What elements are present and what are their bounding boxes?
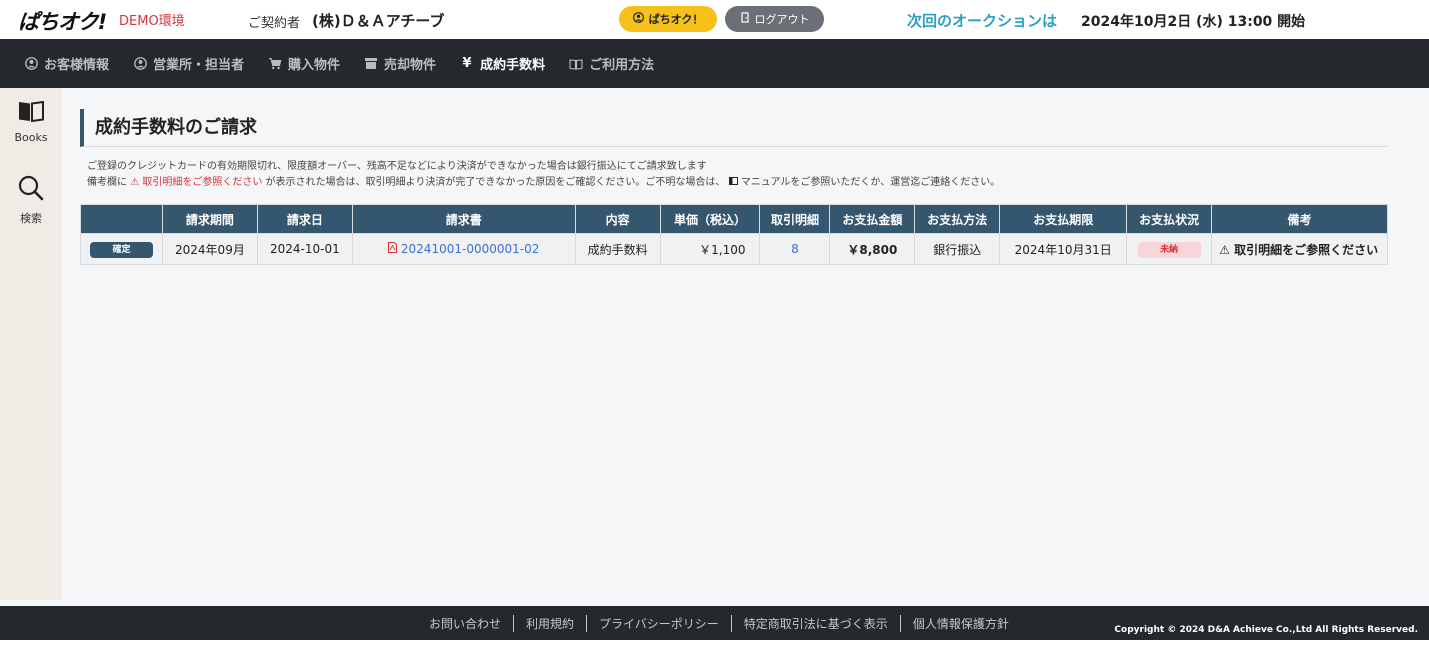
nav-item-sold[interactable]: 売却物件 [364, 54, 436, 73]
pachi-button[interactable]: ぱちオク！ [619, 6, 717, 32]
logout-button[interactable]: ログアウト [725, 6, 824, 32]
nav-item-purchased[interactable]: 購入物件 [268, 54, 340, 73]
cell-content: 成約手数料 [574, 233, 661, 265]
sidebar-item-books[interactable]: Books [0, 99, 62, 144]
manual-book-icon [728, 177, 741, 188]
nav-item-label: ご利用方法 [589, 58, 655, 73]
search-icon [17, 174, 45, 206]
main-nav: お客様情報 営業所・担当者 購入物件 売却物件 ¥ 成約手数料 ご利用方法 [0, 39, 1429, 88]
nav-item-label: 営業所・担当者 [153, 58, 245, 73]
site-logo[interactable]: ぱちオク! [18, 6, 107, 36]
user-circle-icon [24, 57, 38, 71]
header-payment-status: お支払状況 [1126, 204, 1213, 234]
billing-table: 請求期間 請求日 請求書 内容 単価（税込） 取引明細 お支払金額 お支払方法 … [80, 204, 1388, 265]
cell-payment-status: 未納 [1126, 233, 1213, 265]
cell-due: 2024年10月31日 [999, 233, 1128, 265]
top-header: ぱちオク! DEMO環境 ご契約者 (株)Ｄ＆Ａアチーブ ぱちオク！ ログアウト… [0, 0, 1429, 39]
notice-text-2: 備考欄に ⚠ 取引明細をご参照ください が表示された場合は、取引明細より決済が完… [87, 173, 1000, 188]
notice-prefix: 備考欄に [87, 177, 127, 188]
next-auction-date: 2024年10月2日 (水) 13:00 開始 [1081, 14, 1306, 30]
header-details: 取引明細 [759, 204, 831, 234]
book-icon [569, 57, 583, 71]
bottom-strip [0, 640, 1429, 647]
header-amount: お支払金額 [829, 204, 916, 234]
header-content: 内容 [574, 204, 661, 234]
book-open-icon [17, 99, 45, 127]
nav-item-customer-info[interactable]: お客様情報 [24, 54, 109, 73]
sidebar-search-label: 検索 [20, 212, 42, 225]
table-row: 確定 2024年09月 2024-10-01 20241001-0000001-… [80, 233, 1388, 265]
pdf-icon [388, 242, 401, 256]
page-title-block: 成約手数料のご請求 [80, 109, 1388, 147]
environment-label: DEMO環境 [119, 14, 185, 29]
payment-status-badge: 未納 [1137, 241, 1201, 258]
notice-manual-link[interactable]: マニュアルをご参照いただくか、運営迄ご連絡ください。 [741, 177, 1001, 188]
status-badge: 確定 [89, 241, 153, 258]
header-remark: 備考 [1211, 204, 1388, 234]
cart-icon [268, 57, 282, 71]
invoice-link[interactable]: 20241001-0000001-02 [401, 242, 539, 256]
cell-amount: ￥8,800 [829, 233, 916, 265]
notice-text-1: ご登録のクレジットカードの有効期限切れ、限度額オーバー、残高不足などにより決済が… [87, 161, 707, 172]
footer-links: お問い合わせ 利用規約 プライバシーポリシー 特定商取引法に基づく表示 個人情報… [417, 615, 1021, 632]
cell-status: 確定 [80, 233, 163, 265]
footer-link-contact[interactable]: お問い合わせ [417, 615, 515, 632]
nav-item-office[interactable]: 営業所・担当者 [133, 54, 244, 73]
notice-warning-text: 取引明細をご参照ください [142, 177, 263, 188]
cell-remark: ⚠ 取引明細をご参照ください [1211, 233, 1388, 265]
nav-item-label: お客様情報 [44, 58, 110, 73]
notice-middle: が表示された場合は、取引明細より決済が完了できなかった原因をご確認ください。ご不… [265, 177, 726, 188]
header-status [80, 204, 163, 234]
door-icon [740, 12, 750, 26]
header-due: お支払期限 [999, 204, 1128, 234]
header-unit-price: 単価（税込） [659, 204, 761, 234]
yen-icon: ¥ [462, 56, 472, 71]
page-title: 成約手数料のご請求 [95, 117, 257, 138]
nav-item-usage[interactable]: ご利用方法 [569, 54, 654, 73]
details-link[interactable]: 8 [791, 242, 799, 256]
cell-invoice: 20241001-0000001-02 [351, 233, 576, 265]
user-circle-icon [632, 12, 644, 26]
contract-name: (株)Ｄ＆Ａアチーブ [312, 12, 445, 30]
footer-link-personal-info[interactable]: 個人情報保護方針 [901, 615, 1021, 632]
cell-billing-date: 2024-10-01 [256, 233, 353, 265]
header-billing-date: 請求日 [256, 204, 353, 234]
sidebar-item-search[interactable]: 検索 [0, 174, 62, 226]
nav-item-label: 売却物件 [384, 58, 437, 73]
cell-unit-price: ￥1,100 [659, 233, 761, 265]
footer-link-commercial-law[interactable]: 特定商取引法に基づく表示 [732, 615, 901, 632]
main-content: 成約手数料のご請求 ご登録のクレジットカードの有効期限切れ、限度額オーバー、残高… [62, 88, 1429, 606]
contract-label: ご契約者 [248, 16, 301, 31]
warning-icon: ⚠ [1219, 242, 1230, 257]
header-invoice: 請求書 [351, 204, 576, 234]
footer: お問い合わせ 利用規約 プライバシーポリシー 特定商取引法に基づく表示 個人情報… [0, 606, 1429, 640]
nav-item-label: 成約手数料 [480, 58, 546, 73]
user-circle-icon [133, 57, 147, 71]
copyright: Copyright © 2024 D&A Achieve Co.,Ltd All… [1114, 625, 1418, 635]
sidebar: Books 検索 [0, 88, 62, 600]
nav-item-label: 購入物件 [288, 58, 341, 73]
warning-icon: ⚠ [130, 177, 140, 188]
next-auction-label: 次回のオークションは [907, 12, 1058, 30]
pachi-button-label: ぱちオク！ [648, 13, 704, 26]
remark-link[interactable]: 取引明細をご参照ください [1234, 243, 1378, 257]
logout-button-label: ログアウト [754, 13, 810, 26]
sidebar-books-label: Books [14, 131, 48, 144]
footer-link-terms[interactable]: 利用規約 [514, 615, 588, 632]
header-period: 請求期間 [161, 204, 258, 234]
cell-period: 2024年09月 [161, 233, 258, 265]
nav-item-commission[interactable]: ¥ 成約手数料 [460, 54, 546, 73]
header-method: お支払方法 [914, 204, 1001, 234]
footer-link-privacy[interactable]: プライバシーポリシー [587, 615, 732, 632]
cell-method: 銀行振込 [914, 233, 1001, 265]
table-header-row: 請求期間 請求日 請求書 内容 単価（税込） 取引明細 お支払金額 お支払方法 … [80, 204, 1388, 234]
box-icon [364, 57, 378, 71]
cell-details: 8 [759, 233, 831, 265]
